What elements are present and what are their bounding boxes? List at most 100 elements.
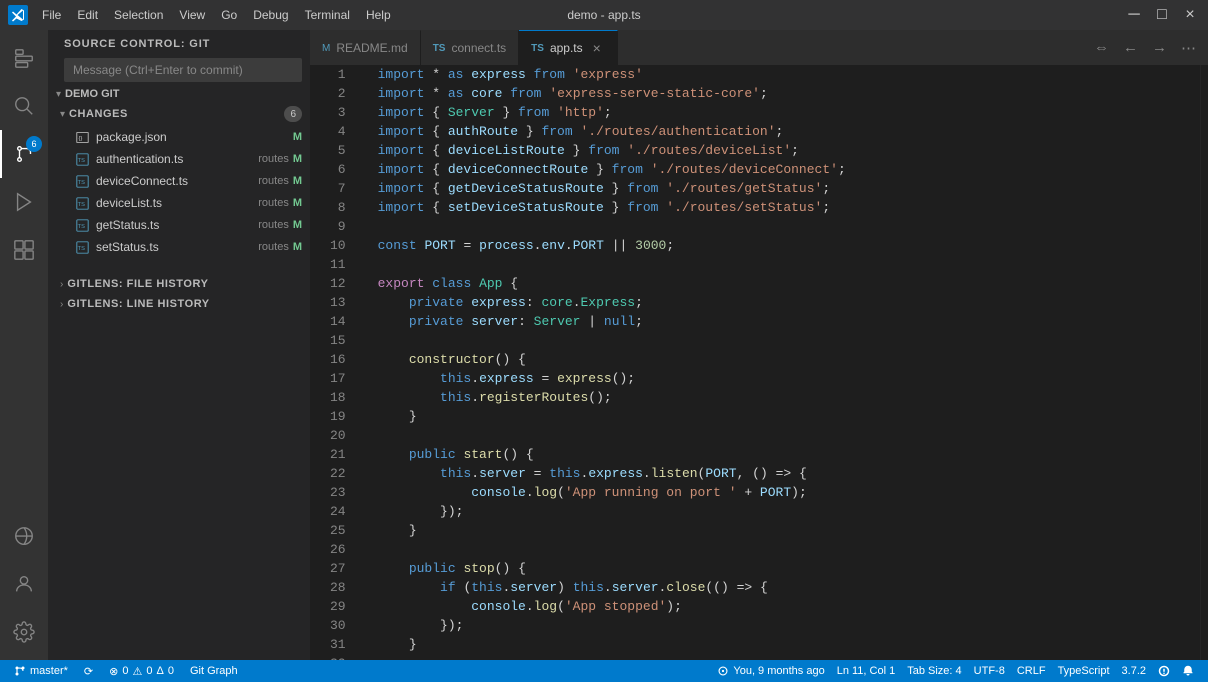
titlebar: File Edit Selection View Go Debug Termin… [0, 0, 1208, 30]
gitlens-line-label: GITLENS: LINE HISTORY [67, 298, 209, 310]
tab-bar: M README.md TS connect.ts TS app.ts × ⇔ … [310, 30, 1208, 65]
file-item-deviceconnect[interactable]: TS deviceConnect.ts routes M [48, 170, 310, 192]
split-editor-button[interactable]: ⇔ [1090, 37, 1113, 58]
file-name-setstatus: setStatus.ts [96, 240, 254, 254]
status-encoding[interactable]: UTF-8 [968, 660, 1011, 682]
file-item-setstatus[interactable]: TS setStatus.ts routes M [48, 236, 310, 258]
status-branch[interactable]: master* [8, 660, 74, 682]
file-icon-authentication: TS [76, 152, 90, 166]
commit-input[interactable] [64, 58, 302, 82]
file-item-devicelist[interactable]: TS deviceList.ts routes M [48, 192, 310, 214]
encoding-text: UTF-8 [974, 665, 1005, 677]
demo-git-label: DEMO GIT [65, 88, 119, 100]
file-name-authentication: authentication.ts [96, 152, 254, 166]
sidebar-title: SOURCE CONTROL: GIT [48, 30, 310, 54]
status-feedback[interactable] [1152, 660, 1176, 682]
sync-icon: ⟳ [84, 665, 93, 678]
gitlens-line-chevron: › [60, 299, 63, 310]
changes-chevron: ▾ [60, 109, 65, 120]
editor-area: M README.md TS connect.ts TS app.ts × ⇔ … [310, 30, 1208, 660]
info-icon: Δ [156, 665, 163, 677]
tab-icon-readme: M [322, 43, 330, 54]
tab-close-appTs[interactable]: × [589, 40, 605, 56]
tab-connect[interactable]: TS connect.ts [421, 30, 519, 65]
minimap [1200, 65, 1208, 660]
activity-bar: 6 [0, 30, 48, 660]
errors-count: 0 [122, 665, 128, 677]
status-errors[interactable]: ⊗ 0 ⚠ 0 Δ 0 [103, 660, 180, 682]
status-language[interactable]: TypeScript [1052, 660, 1116, 682]
tab-icon-appTs: TS [531, 43, 544, 54]
activity-explorer[interactable] [0, 34, 48, 82]
file-list: {} package.json M TS authentication.ts r… [48, 126, 310, 258]
svg-text:TS: TS [78, 201, 85, 207]
status-git-graph[interactable]: Git Graph [184, 660, 244, 682]
gitlens-sections: › GITLENS: FILE HISTORY › GITLENS: LINE … [48, 274, 310, 314]
svg-text:TS: TS [78, 179, 85, 185]
gitlens-file-chevron: › [60, 279, 63, 290]
file-path-setstatus: routes [258, 241, 289, 253]
status-position[interactable]: Ln 11, Col 1 [831, 660, 902, 682]
maximize-button[interactable]: □ [1152, 6, 1172, 24]
menu-edit[interactable]: Edit [71, 6, 104, 24]
menu-debug[interactable]: Debug [247, 6, 294, 24]
changes-header[interactable]: ▾ CHANGES 6 [48, 102, 310, 126]
status-sync[interactable]: ⟳ [78, 660, 99, 682]
file-path-devicelist: routes [258, 197, 289, 209]
menu-help[interactable]: Help [360, 6, 397, 24]
menu-selection[interactable]: Selection [108, 6, 169, 24]
menu-go[interactable]: Go [215, 6, 243, 24]
status-tab-size[interactable]: Tab Size: 4 [901, 660, 967, 682]
warnings-count: 0 [146, 665, 152, 677]
navigate-forward-button[interactable]: → [1148, 37, 1171, 58]
file-path-getstatus: routes [258, 219, 289, 231]
file-icon-setstatus: TS [76, 240, 90, 254]
position-text: Ln 11, Col 1 [837, 665, 896, 677]
line-numbers: 12345 678910 1112131415 1617181920 21222… [310, 65, 362, 660]
window-controls[interactable]: ─ □ × [1124, 6, 1200, 24]
tab-icon-connect: TS [433, 43, 446, 54]
gitlens-line-history[interactable]: › GITLENS: LINE HISTORY [48, 294, 310, 314]
file-item-authentication[interactable]: TS authentication.ts routes M [48, 148, 310, 170]
status-version[interactable]: 3.7.2 [1116, 660, 1152, 682]
file-icon-devicelist: TS [76, 196, 90, 210]
menu-terminal[interactable]: Terminal [299, 6, 356, 24]
demo-git-header[interactable]: ▾ DEMO GIT [48, 86, 310, 102]
file-name-getstatus: getStatus.ts [96, 218, 254, 232]
line-ending-text: CRLF [1017, 665, 1046, 677]
titlebar-left: File Edit Selection View Go Debug Termin… [8, 5, 397, 25]
close-button[interactable]: × [1180, 6, 1200, 24]
activity-settings[interactable] [0, 608, 48, 656]
status-bar: master* ⟳ ⊗ 0 ⚠ 0 Δ 0 Git Graph You, 9 m… [0, 660, 1208, 682]
activity-extensions[interactable] [0, 226, 48, 274]
svg-text:{}: {} [78, 135, 82, 141]
activity-remote[interactable] [0, 512, 48, 560]
activity-debug[interactable] [0, 178, 48, 226]
more-actions-button[interactable]: ⋯ [1177, 37, 1200, 59]
activity-git[interactable]: 6 [0, 130, 48, 178]
file-item-getstatus[interactable]: TS getStatus.ts routes M [48, 214, 310, 236]
activity-search[interactable] [0, 82, 48, 130]
status-line-ending[interactable]: CRLF [1011, 660, 1052, 682]
code-editor[interactable]: import * as express from 'express' impor… [362, 65, 1200, 660]
file-status-package: M [293, 131, 302, 143]
menu-bar[interactable]: File Edit Selection View Go Debug Termin… [36, 6, 397, 24]
minimize-button[interactable]: ─ [1124, 6, 1144, 24]
main-layout: 6 SOURCE CONTROL: GIT ▾ [0, 30, 1208, 660]
tab-appTs[interactable]: TS app.ts × [519, 30, 617, 65]
gitlens-text: You, 9 months ago [733, 665, 824, 677]
file-item-package[interactable]: {} package.json M [48, 126, 310, 148]
status-gitlens[interactable]: You, 9 months ago [711, 660, 830, 682]
gitlens-file-history[interactable]: › GITLENS: FILE HISTORY [48, 274, 310, 294]
file-icon-deviceconnect: TS [76, 174, 90, 188]
navigate-back-button[interactable]: ← [1119, 37, 1142, 58]
file-name-deviceconnect: deviceConnect.ts [96, 174, 254, 188]
file-status-authentication: M [293, 153, 302, 165]
file-status-deviceconnect: M [293, 175, 302, 187]
tab-readme[interactable]: M README.md [310, 30, 421, 65]
git-graph-label: Git Graph [190, 665, 238, 677]
menu-view[interactable]: View [173, 6, 211, 24]
activity-account[interactable] [0, 560, 48, 608]
menu-file[interactable]: File [36, 6, 67, 24]
status-notifications[interactable] [1176, 660, 1200, 682]
